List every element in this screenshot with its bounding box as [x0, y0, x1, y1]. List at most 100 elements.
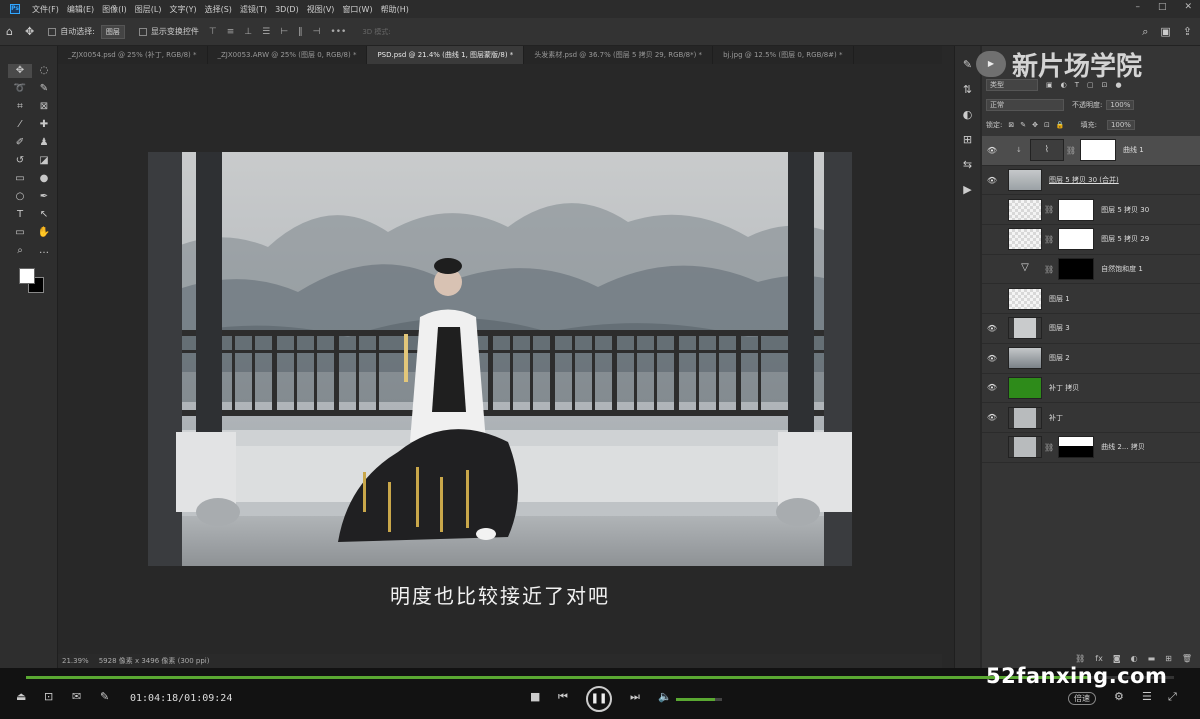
visibility-eye-icon[interactable]: 👁 — [982, 354, 1002, 363]
chain-link-icon[interactable]: ⛓ — [1044, 235, 1054, 244]
new-adjustment-icon[interactable]: ◐ — [1131, 654, 1138, 663]
rectangle-tool-icon[interactable]: ▭ — [8, 226, 32, 240]
layer-row[interactable]: · ⛓ 图层 5 拷贝 30 — [982, 195, 1200, 226]
layer-mask-thumbnail[interactable] — [1058, 436, 1095, 459]
align-hcenter-icon[interactable]: ‖ — [298, 27, 303, 37]
volume-icon[interactable]: 🔈 — [658, 690, 672, 703]
lock-all-icon[interactable]: 🔒 — [1056, 121, 1065, 129]
volume-slider[interactable] — [676, 698, 722, 701]
new-layer-icon[interactable]: ⊞ — [1165, 654, 1172, 663]
search-icon[interactable]: ⌕ — [1142, 25, 1148, 39]
chain-link-icon[interactable]: ⛓ — [1044, 265, 1054, 274]
zoom-tool-icon[interactable]: ⌕ — [8, 244, 32, 258]
chain-link-icon[interactable]: ⛓ — [1044, 443, 1054, 452]
close-icon[interactable]: ✕ — [1184, 2, 1192, 12]
doc-tab[interactable]: _ZJX0053.ARW @ 25% (图层 0, RGB/8) * — [208, 46, 368, 64]
note-icon[interactable]: ✎ — [100, 690, 109, 703]
play-action-icon[interactable]: ▶ — [955, 183, 980, 196]
blur-tool-icon[interactable]: ● — [32, 172, 56, 186]
eject-icon[interactable]: ⏏ — [16, 690, 26, 703]
path-select-icon[interactable]: ↖ — [32, 208, 56, 222]
fill-input[interactable]: 100% — [1106, 120, 1135, 130]
blend-mode-dropdown[interactable]: 正常 — [986, 99, 1064, 111]
align-top-icon[interactable]: ⊤ — [209, 27, 217, 37]
zoom-readout[interactable]: 21.39% — [62, 657, 89, 665]
lock-pixels-icon[interactable]: ✎ — [1020, 121, 1026, 129]
color-wheel-icon[interactable]: ◐ — [955, 108, 980, 121]
align-vcenter-icon[interactable]: ≡ — [227, 27, 235, 37]
add-mask-icon[interactable]: ◙ — [1113, 654, 1121, 663]
menu-file[interactable]: 文件(F) — [28, 4, 63, 15]
doc-tab[interactable]: _ZJX0054.psd @ 25% (补丁, RGB/8) * — [58, 46, 208, 64]
properties-icon[interactable]: ⊞ — [955, 133, 980, 146]
menu-select[interactable]: 选择(S) — [201, 4, 236, 15]
more-tools-icon[interactable]: … — [32, 244, 56, 258]
hand-tool-icon[interactable]: ✋ — [32, 226, 56, 240]
previous-icon[interactable]: ⏮ — [558, 690, 568, 704]
visibility-eye-icon[interactable]: 👁 — [982, 176, 1002, 185]
menu-window[interactable]: 窗口(W) — [338, 4, 376, 15]
doc-tab[interactable]: 头发素材.psd @ 36.7% (图层 5 拷贝 29, RGB/8*) * — [524, 46, 714, 64]
layer-mask-thumbnail[interactable] — [1080, 139, 1117, 162]
next-icon[interactable]: ⏭ — [630, 690, 640, 704]
lasso-tool-icon[interactable]: ➰ — [8, 82, 32, 96]
stop-icon[interactable]: ■ — [530, 690, 540, 703]
subtitle-icon[interactable]: ⊡ — [44, 690, 53, 703]
layer-row[interactable]: 👁 图层 3 — [982, 314, 1200, 344]
layer-row[interactable]: · ⛓ 曲线 2... 拷贝 — [982, 433, 1200, 463]
doc-tab[interactable]: bj.jpg @ 12.5% (图层 0, RGB/8#) * — [713, 46, 854, 64]
menu-image[interactable]: 图像(I) — [98, 4, 131, 15]
link-layers-icon[interactable]: ⛓ — [1075, 654, 1085, 663]
visibility-empty-icon[interactable]: · — [982, 443, 1002, 452]
menu-type[interactable]: 文字(Y) — [165, 4, 200, 15]
more-options-icon[interactable]: ••• — [330, 27, 346, 37]
auto-select-dropdown[interactable]: 图层 — [100, 24, 125, 39]
menu-view[interactable]: 视图(V) — [303, 4, 339, 15]
chain-link-icon[interactable]: ⛓ — [1044, 205, 1054, 214]
lock-artboard-icon[interactable]: ⊡ — [1044, 121, 1050, 129]
speed-button[interactable]: 倍速 — [1068, 692, 1096, 705]
pen-tool-icon[interactable]: ✒ — [32, 190, 56, 204]
auto-select-checkbox[interactable] — [48, 27, 57, 36]
minimize-icon[interactable]: – — [1135, 2, 1140, 12]
maximize-icon[interactable]: □ — [1158, 2, 1167, 12]
visibility-eye-icon[interactable]: 👁 — [982, 413, 1002, 422]
crop-tool-icon[interactable]: ⌗ — [8, 100, 32, 114]
visibility-eye-icon[interactable]: 👁 — [982, 146, 1002, 155]
frame-tool-icon[interactable]: ⊠ — [32, 100, 56, 114]
layer-row[interactable]: · ▽ ⛓ 自然饱和度 1 — [982, 255, 1200, 285]
align-left-icon[interactable]: ⊢ — [280, 27, 288, 37]
playlist-icon[interactable]: ☰ — [1142, 690, 1152, 703]
move-tool-icon[interactable]: ✥ — [8, 64, 32, 78]
layer-style-icon[interactable]: fx — [1095, 654, 1103, 663]
layer-row[interactable]: · ⛓ 图层 5 拷贝 29 — [982, 225, 1200, 255]
visibility-eye-icon[interactable]: 👁 — [982, 383, 1002, 392]
layer-row[interactable]: 👁 补丁 — [982, 403, 1200, 433]
share-icon[interactable]: ⇪ — [1183, 25, 1192, 39]
visibility-empty-icon[interactable]: · — [982, 235, 1002, 244]
eraser-tool-icon[interactable]: ◪ — [32, 154, 56, 168]
canvas-area[interactable]: 明度也比较接近了对吧 — [58, 64, 942, 654]
show-transform-checkbox[interactable] — [138, 27, 147, 36]
stamp-tool-icon[interactable]: ♟ — [32, 136, 56, 150]
layer-row[interactable]: 👁 补丁 拷贝 — [982, 374, 1200, 404]
doc-tab-active[interactable]: PSD.psd @ 21.4% (曲线 1, 图层蒙版/8) * — [367, 46, 525, 64]
channels-icon[interactable]: ⇆ — [955, 158, 980, 171]
home-icon[interactable]: ⌂ — [6, 25, 13, 38]
chain-link-icon[interactable]: ⛓ — [1066, 146, 1076, 155]
settings-icon[interactable]: ⚙ — [1114, 690, 1124, 703]
brush-tool-icon[interactable]: ✐ — [8, 136, 32, 150]
foreground-color[interactable] — [19, 268, 35, 284]
document-info[interactable]: 5928 像素 x 3496 像素 (300 ppi) — [99, 656, 210, 666]
eyedropper-tool-icon[interactable]: ⁄ — [8, 118, 32, 132]
lock-transparent-icon[interactable]: ⊠ — [1008, 121, 1014, 129]
gradient-tool-icon[interactable]: ▭ — [8, 172, 32, 186]
layer-row[interactable]: · 图层 1 — [982, 284, 1200, 315]
visibility-empty-icon[interactable]: · — [982, 205, 1002, 214]
fullscreen-icon[interactable]: ⤢ — [1168, 690, 1177, 704]
new-group-icon[interactable]: ▬ — [1148, 654, 1156, 663]
menu-filter[interactable]: 滤镜(T) — [236, 4, 271, 15]
visibility-eye-icon[interactable]: 👁 — [982, 324, 1002, 333]
marquee-tool-icon[interactable]: ◌ — [32, 64, 56, 78]
layer-row[interactable]: 👁 图层 2 — [982, 344, 1200, 374]
